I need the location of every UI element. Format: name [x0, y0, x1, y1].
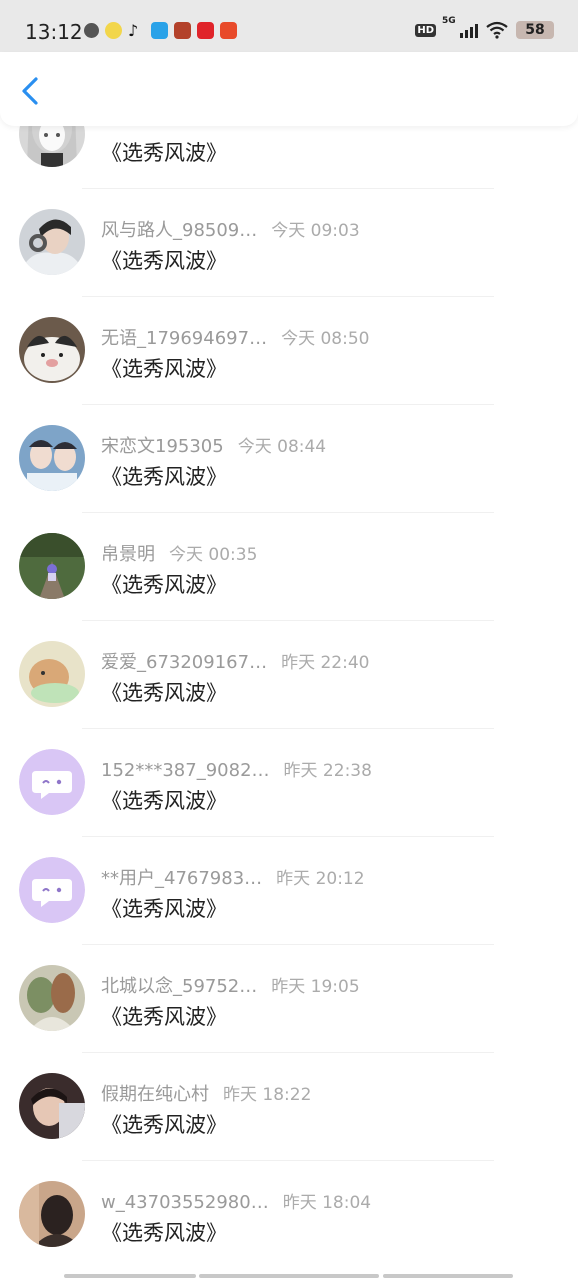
list-item[interactable]: 宋恋文195305 今天 08:44 《选秀风波》 — [0, 406, 578, 514]
message-text: 《选秀风波》 — [101, 573, 227, 597]
list-item[interactable]: 假期在纯心村 昨天 18:22 《选秀风波》 — [0, 1054, 578, 1162]
avatar[interactable] — [19, 317, 85, 383]
list-item[interactable]: 风与路人_98509… 今天 09:03 《选秀风波》 — [0, 190, 578, 298]
timestamp: 今天 00:35 — [169, 545, 258, 565]
status-time: 13:12 — [25, 20, 83, 44]
timestamp: 昨天 22:38 — [283, 761, 372, 781]
app-notification-icon — [105, 22, 122, 39]
divider — [82, 1160, 494, 1161]
bottom-indicator — [383, 1274, 513, 1278]
list-item[interactable]: 无语_179694697… 今天 08:50 《选秀风波》 — [0, 298, 578, 406]
divider — [82, 728, 494, 729]
notification-icons: ♪ — [84, 22, 237, 39]
message-text: 《选秀风波》 — [101, 141, 227, 165]
avatar[interactable] — [19, 965, 85, 1031]
avatar[interactable] — [19, 857, 85, 923]
divider — [82, 296, 494, 297]
app-notification-icon — [220, 22, 237, 39]
avatar[interactable] — [19, 533, 85, 599]
list-item[interactable]: 帛景明 今天 00:35 《选秀风波》 — [0, 514, 578, 622]
chevron-left-icon — [22, 77, 38, 105]
divider — [82, 188, 494, 189]
username[interactable]: 假期在纯心村 — [101, 1080, 209, 1106]
message-text: 《选秀风波》 — [101, 357, 227, 381]
divider — [82, 404, 494, 405]
back-button[interactable] — [18, 76, 46, 106]
app-notification-icon — [84, 23, 99, 38]
message-text: 《选秀风波》 — [101, 465, 227, 489]
message-text: 《选秀风波》 — [101, 1005, 227, 1029]
timestamp: 昨天 22:40 — [281, 653, 370, 673]
username[interactable]: **用户_4767983… — [101, 864, 262, 890]
message-text: 《选秀风波》 — [101, 897, 227, 921]
username[interactable]: w_43703552980… — [101, 1192, 269, 1213]
wifi-icon — [486, 21, 508, 39]
battery-indicator: 58 — [516, 21, 554, 39]
message-text: 《选秀风波》 — [101, 681, 227, 705]
tiktok-icon: ♪ — [128, 21, 139, 40]
username[interactable]: 无语_179694697… — [101, 324, 267, 350]
divider — [82, 944, 494, 945]
timestamp: 今天 09:03 — [271, 221, 360, 241]
username[interactable]: 爱爱_673209167… — [101, 648, 267, 674]
divider — [82, 512, 494, 513]
system-indicators: HD 5G 58 — [415, 16, 554, 39]
username[interactable]: 宋恋文195305 — [101, 432, 224, 458]
cellular-signal-icon: 5G — [442, 16, 478, 38]
top-nav-bar — [0, 52, 578, 126]
divider — [82, 1052, 494, 1053]
avatar[interactable] — [19, 749, 85, 815]
hd-badge: HD — [415, 23, 436, 37]
divider — [82, 620, 494, 621]
timestamp: 昨天 18:22 — [223, 1085, 312, 1105]
list-item[interactable]: 北城以念_59752… 昨天 19:05 《选秀风波》 — [0, 946, 578, 1054]
list-item[interactable]: **用户_4767983… 昨天 20:12 《选秀风波》 — [0, 838, 578, 946]
username[interactable]: 北城以念_59752… — [101, 972, 257, 998]
username[interactable]: 152***387_9082… — [101, 760, 270, 781]
timestamp: 昨天 20:12 — [276, 869, 365, 889]
message-text: 《选秀风波》 — [101, 1113, 227, 1137]
bottom-indicator — [64, 1274, 196, 1278]
timestamp: 今天 08:50 — [281, 329, 370, 349]
list-item[interactable]: 爱爱_673209167… 昨天 22:40 《选秀风波》 — [0, 622, 578, 730]
username[interactable]: 帛景明 — [101, 540, 155, 566]
avatar[interactable] — [19, 641, 85, 707]
message-text: 《选秀风波》 — [101, 1221, 227, 1245]
timestamp: 昨天 18:04 — [282, 1193, 372, 1213]
avatar[interactable] — [19, 425, 85, 491]
avatar[interactable] — [19, 1073, 85, 1139]
app-notification-icon — [151, 22, 168, 39]
bottom-indicator — [199, 1274, 379, 1278]
app-notification-icon — [174, 22, 191, 39]
message-text: 《选秀风波》 — [101, 789, 227, 813]
timestamp: 昨天 19:05 — [271, 977, 360, 997]
list-item[interactable]: w_43703552980… 昨天 18:04 《选秀风波》 — [0, 1162, 578, 1270]
avatar[interactable] — [19, 1181, 85, 1247]
timestamp: 今天 08:44 — [237, 437, 327, 457]
list-item[interactable]: 152***387_9082… 昨天 22:38 《选秀风波》 — [0, 730, 578, 838]
message-text: 《选秀风波》 — [101, 249, 227, 273]
divider — [82, 836, 494, 837]
app-notification-icon — [197, 22, 214, 39]
avatar[interactable] — [19, 209, 85, 275]
username[interactable]: 风与路人_98509… — [101, 216, 257, 242]
